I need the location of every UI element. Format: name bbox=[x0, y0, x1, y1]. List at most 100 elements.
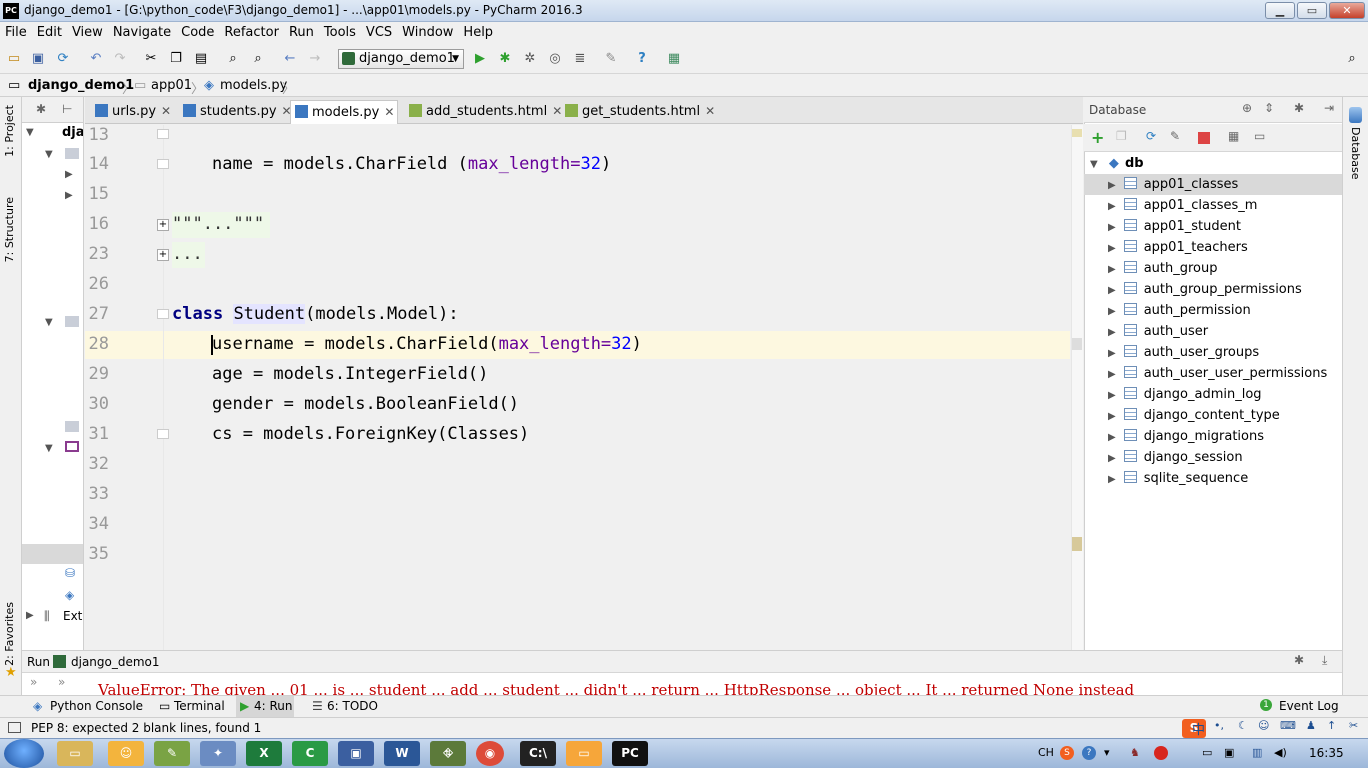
volume-icon[interactable]: ◀) bbox=[1274, 746, 1287, 759]
concurrency-icon[interactable]: ≣ bbox=[572, 51, 588, 67]
db-table-item[interactable]: ▶ auth_permission bbox=[1084, 300, 1342, 321]
db-table-item[interactable]: ▶ app01_student bbox=[1084, 216, 1342, 237]
back-icon[interactable]: ← bbox=[282, 51, 298, 67]
ime-tools-icon[interactable]: ✂ bbox=[1349, 719, 1358, 732]
run-output[interactable]: » » ValueError: The given ... 01 ... is … bbox=[22, 672, 1342, 695]
code-line-31[interactable]: cs = models.ForeignKey(Classes) bbox=[212, 424, 529, 444]
structure-tool-tab[interactable]: 7: Structure bbox=[3, 197, 16, 262]
ime-moon-icon[interactable]: ☾ bbox=[1238, 719, 1248, 732]
properties-icon[interactable]: ✎ bbox=[1170, 129, 1180, 143]
pin-icon[interactable]: » bbox=[30, 675, 37, 689]
expand-arrow-icon[interactable]: ▼ bbox=[1090, 159, 1098, 170]
tool-icon[interactable]: ✦ bbox=[200, 741, 236, 766]
save-app-icon[interactable]: ▣ bbox=[338, 741, 374, 766]
gear-icon[interactable]: ✱ bbox=[36, 102, 46, 116]
cut-icon[interactable]: ✂ bbox=[143, 51, 159, 67]
gear-icon[interactable]: ✱ bbox=[1294, 653, 1304, 667]
gear-icon[interactable]: ✱ bbox=[1294, 101, 1304, 115]
hide-panel-icon[interactable]: ⤓ bbox=[1322, 653, 1327, 668]
cmd-icon[interactable]: C:\ bbox=[520, 741, 556, 766]
tab-models-py[interactable]: models.py ✕ bbox=[290, 100, 398, 124]
tray-network-icon[interactable]: ▥ bbox=[1252, 746, 1262, 759]
db-table-item[interactable]: ▶ auth_user_groups bbox=[1084, 342, 1342, 363]
code-line-13[interactable]: """ bbox=[212, 125, 243, 137]
collapsed-arrow-icon[interactable]: ▶ bbox=[1108, 474, 1116, 485]
notepad-icon[interactable]: ✎ bbox=[154, 741, 190, 766]
menu-edit[interactable]: Edit bbox=[32, 22, 67, 40]
settings-icon[interactable]: ✎ bbox=[603, 51, 619, 67]
db-table-item[interactable]: ▶ auth_user_user_permissions bbox=[1084, 363, 1342, 384]
scroll-thumb[interactable] bbox=[1072, 338, 1082, 350]
close-button[interactable]: ✕ bbox=[1329, 2, 1365, 19]
ime-user-icon[interactable]: ♟ bbox=[1306, 719, 1316, 732]
db-table-item[interactable]: ▶ app01_classes bbox=[1084, 174, 1342, 195]
hide-panel-icon[interactable]: ⇥ bbox=[1324, 101, 1334, 115]
code-line-28[interactable]: username = models.CharField(max_length=3… bbox=[212, 334, 642, 354]
minimize-button[interactable]: ▁ bbox=[1265, 2, 1295, 19]
close-tab-icon[interactable]: ✕ bbox=[384, 105, 394, 119]
marker-stripe[interactable] bbox=[1072, 537, 1082, 551]
db-table-item[interactable]: ▶ app01_classes_m bbox=[1084, 195, 1342, 216]
expand-arrow-icon[interactable]: ▼ bbox=[45, 317, 53, 328]
breadcrumb-project[interactable]: django_demo1 bbox=[28, 78, 134, 93]
expand-arrow-icon[interactable]: ▼ bbox=[45, 443, 53, 454]
code-editor[interactable]: """ name = models.CharField (max_length=… bbox=[164, 125, 1070, 650]
event-log-button[interactable]: Event Log bbox=[1279, 699, 1339, 713]
collapsed-arrow-icon[interactable]: ▶ bbox=[1108, 453, 1116, 464]
code-line-27[interactable]: class Student(models.Model): bbox=[172, 304, 459, 324]
run-config-tab[interactable]: django_demo1 bbox=[71, 655, 160, 669]
project-root-item[interactable]: dja bbox=[62, 125, 83, 140]
db-table-item[interactable]: ▶ auth_group bbox=[1084, 258, 1342, 279]
tab-students-py[interactable]: students.py ✕ bbox=[179, 100, 292, 124]
tab-run[interactable]: 4: Run bbox=[254, 699, 293, 713]
menu-refactor[interactable]: Refactor bbox=[219, 22, 284, 40]
app-icon[interactable]: ☺ bbox=[108, 741, 144, 766]
menu-run[interactable]: Run bbox=[284, 22, 319, 40]
save-icon[interactable]: ▣ bbox=[30, 51, 46, 67]
search-everywhere-icon[interactable]: ⌕ bbox=[1344, 51, 1360, 67]
menu-window[interactable]: Window bbox=[397, 22, 458, 40]
collapsed-arrow-icon[interactable]: ▶ bbox=[1108, 348, 1116, 359]
sync-icon[interactable]: ⟳ bbox=[55, 51, 71, 67]
db-table-item[interactable]: ▶ auth_group_permissions bbox=[1084, 279, 1342, 300]
breadcrumb-folder[interactable]: app01 bbox=[151, 78, 192, 93]
collapsed-arrow-icon[interactable]: ▶ bbox=[1108, 327, 1116, 338]
tab-python-console[interactable]: Python Console bbox=[50, 699, 143, 713]
tray-monitor-icon[interactable]: ▭ bbox=[1202, 746, 1212, 759]
collapsed-arrow-icon[interactable]: ▶ bbox=[1108, 390, 1116, 401]
forward-icon[interactable]: → bbox=[307, 51, 323, 67]
collapsed-arrow-icon[interactable]: ▶ bbox=[65, 190, 73, 201]
maximize-button[interactable]: ▭ bbox=[1297, 2, 1327, 19]
open-folder-icon[interactable]: ▭ bbox=[6, 51, 22, 67]
tab-get-students-html[interactable]: get_students.html ✕ bbox=[561, 100, 715, 124]
menu-file[interactable]: File bbox=[0, 22, 32, 40]
close-tab-icon[interactable]: ✕ bbox=[705, 104, 715, 118]
refresh-icon[interactable]: ⟳ bbox=[1146, 129, 1156, 143]
explorer-icon[interactable]: ▭ bbox=[57, 741, 93, 766]
table-editor-icon[interactable]: ▦ bbox=[1228, 129, 1239, 143]
menu-help[interactable]: Help bbox=[458, 22, 498, 40]
collapsed-arrow-icon[interactable]: ▶ bbox=[1108, 264, 1116, 275]
network-app-icon[interactable]: ⛗ bbox=[430, 741, 466, 766]
tray-help-icon[interactable]: ? bbox=[1082, 746, 1096, 760]
excel-icon[interactable]: X bbox=[246, 741, 282, 766]
run-configuration-select[interactable]: django_demo1 ▼ bbox=[338, 49, 464, 69]
coverage-icon[interactable]: ✲ bbox=[522, 51, 538, 67]
database-tool-tab[interactable]: Database bbox=[1349, 127, 1362, 180]
paste-icon[interactable]: ▤ bbox=[193, 51, 209, 67]
profile-icon[interactable]: ◎ bbox=[547, 51, 563, 67]
marker-stripe[interactable] bbox=[1072, 129, 1082, 137]
collapsed-arrow-icon[interactable]: ▶ bbox=[1108, 411, 1116, 422]
code-line-23-folded[interactable]: ... bbox=[172, 244, 203, 264]
ime-punct-icon[interactable]: •, bbox=[1214, 719, 1224, 732]
favorites-tool-tab[interactable]: 2: Favorites bbox=[3, 602, 16, 666]
input-language[interactable]: CH bbox=[1038, 746, 1054, 759]
tray-ime-icon[interactable]: S bbox=[1060, 746, 1074, 760]
find-icon[interactable]: ⌕ bbox=[225, 51, 241, 67]
collapsed-arrow-icon[interactable]: ▶ bbox=[65, 169, 73, 180]
collapsed-arrow-icon[interactable]: ▶ bbox=[26, 610, 34, 621]
db-table-item[interactable]: ▶ django_migrations bbox=[1084, 426, 1342, 447]
menu-code[interactable]: Code bbox=[176, 22, 219, 40]
chrome-icon[interactable]: ◉ bbox=[476, 741, 504, 766]
replace-icon[interactable]: ⌕ bbox=[250, 51, 266, 67]
